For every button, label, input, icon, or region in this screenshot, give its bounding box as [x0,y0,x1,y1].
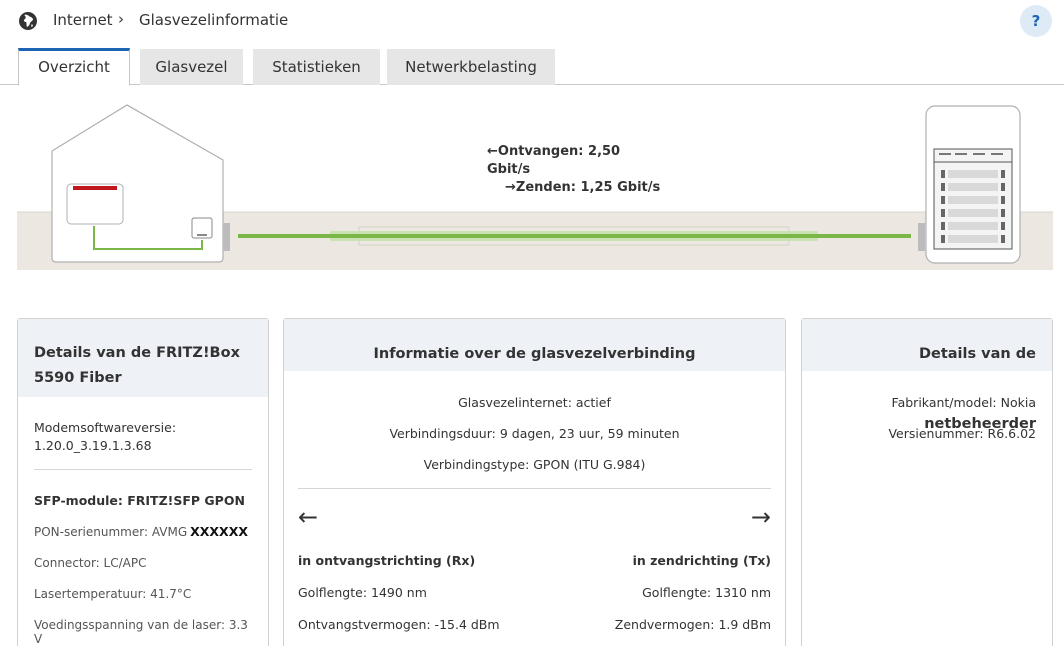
connection-type: Verbindingstype: GPON (ITU G.984) [423,457,646,472]
arrow-right-icon: → [505,180,516,195]
rx-wavelength: Golflengte: 1490 nm [298,585,427,600]
operator-manufacturer: Fabrikant/model: Nokia [891,395,1036,410]
arrow-left-icon: ← [298,503,319,531]
page-title: Glasvezelinformatie [139,11,289,29]
help-button[interactable]: ? [1020,5,1052,37]
receive-rate: Ontvangen: 2,50 Gbit/s [487,144,621,177]
arrow-right-icon: → [750,503,771,531]
router-led-bar [73,186,117,190]
tab-glasvezel[interactable]: Glasvezel [140,49,243,85]
fiber-card-title: Informatie over de glasvezelverbinding [284,319,785,371]
arrow-left-icon: ← [487,144,498,159]
fiber-status: Glasvezelinternet: actief [458,395,611,410]
rate-labels: ←Ontvangen: 2,50 Gbit/s →Zenden: 1,25 Gb… [487,143,667,197]
firmware-value: 1.20.0_3.19.1.3.68 [34,438,152,453]
globe-icon [19,12,37,30]
tx-wavelength: Golflengte: 1310 nm [642,585,771,600]
tab-netwerkbelasting[interactable]: Netwerkbelasting [387,49,555,85]
tx-power: Zendvermogen: 1.9 dBm [614,617,771,632]
pon-serial-label: PON-serienummer: AVMG [34,525,188,539]
rx-power: Ontvangstvermogen: -15.4 dBm [298,617,500,632]
breadcrumb-internet[interactable]: Internet [53,11,113,29]
operator-version: Versienummer: R6.6.02 [888,426,1036,441]
firmware-label: Modemsoftwareversie: [34,420,177,435]
pon-serial-masked: XXXXXX [190,524,248,539]
connector-info: Connector: LC/APC [34,556,147,570]
laser-temperature: Lasertemperatuur: 41.7°C [34,587,192,601]
tab-bar: Overzicht Glasvezel Statistieken Netwerk… [0,48,1064,86]
wall-connector [223,223,230,251]
connection-duration: Verbindingsduur: 9 dagen, 23 uur, 59 min… [389,426,680,441]
connection-diagram: ←Ontvangen: 2,50 Gbit/s →Zenden: 1,25 Gb… [17,86,1053,288]
operator-card-title: Details van de netbeheerder [802,319,1052,432]
tab-overzicht[interactable]: Overzicht [18,48,130,86]
send-rate: Zenden: 1,25 Gbit/s [515,180,661,195]
rx-title: in ontvangstrichting (Rx) [298,553,476,568]
operator-details-card: Details van de netbeheerder Fabrikant/mo… [801,318,1053,646]
tab-statistieken[interactable]: Statistieken [253,49,380,85]
sfp-module-title: SFP-module: FRITZ!SFP GPON [34,493,245,508]
operator-connector [918,223,925,251]
breadcrumb-separator: › [118,10,124,28]
laser-voltage: Voedingsspanning van de laser: 3.3 V [34,618,248,646]
page-header: Internet › Glasvezelinformatie ? [0,0,1064,44]
fritzbox-details-card: Details van de FRITZ!Box 5590 Fiber Mode… [17,318,269,646]
tx-title: in zendrichting (Tx) [632,553,771,568]
fritzbox-card-title: Details van de FRITZ!Box 5590 Fiber [18,319,268,397]
fiber-connection-card: Informatie over de glasvezelverbinding G… [283,318,786,646]
